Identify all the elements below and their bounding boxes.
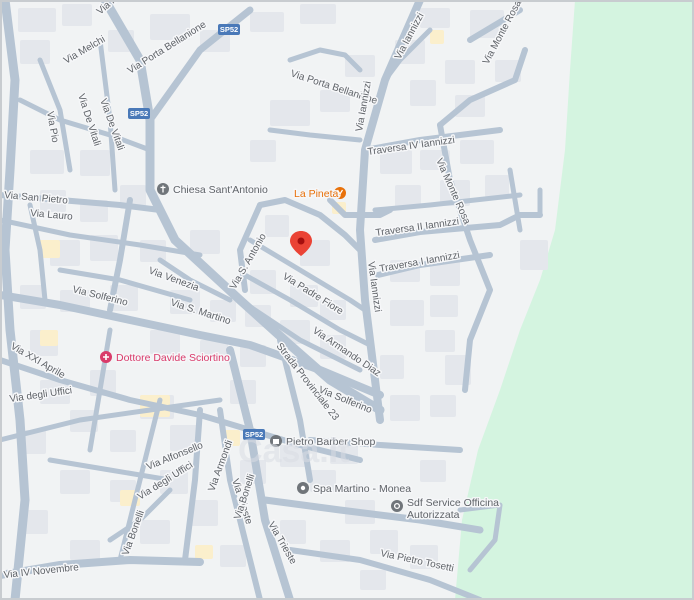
- poi-label: Spa Martino - Monea: [313, 483, 411, 495]
- route-shield: SP52: [128, 108, 150, 119]
- poi-label: Sdf Service Officina: [407, 497, 499, 509]
- svg-text:SP52: SP52: [220, 25, 238, 34]
- poi-dottore-davide-sciortino[interactable]: Dottore Davide Sciortino: [100, 351, 231, 366]
- poi-label: La Pineta: [294, 188, 339, 200]
- car-repair-icon: [391, 500, 403, 512]
- poi-label: Dottore Davide Sciortino: [116, 352, 230, 364]
- poi-label: Chiesa Sant'Antonio: [173, 184, 268, 196]
- poi-spa-martino-monea[interactable]: Spa Martino - Monea: [297, 482, 413, 497]
- map-svg: SP52 SP52 SP52 Via Melchi Via Melchi Via…: [0, 0, 694, 600]
- poi-label: Autorizzata: [407, 509, 460, 521]
- route-shield: SP52: [218, 24, 240, 35]
- watermark: Casa.it: [238, 432, 350, 470]
- map-canvas[interactable]: SP52 SP52 SP52 Via Melchi Via Melchi Via…: [0, 0, 694, 600]
- svg-text:SP52: SP52: [130, 109, 148, 118]
- poi-chiesa-sant-antonio[interactable]: Chiesa Sant'Antonio: [157, 183, 269, 198]
- poi-la-pineta[interactable]: La Pineta: [293, 187, 346, 202]
